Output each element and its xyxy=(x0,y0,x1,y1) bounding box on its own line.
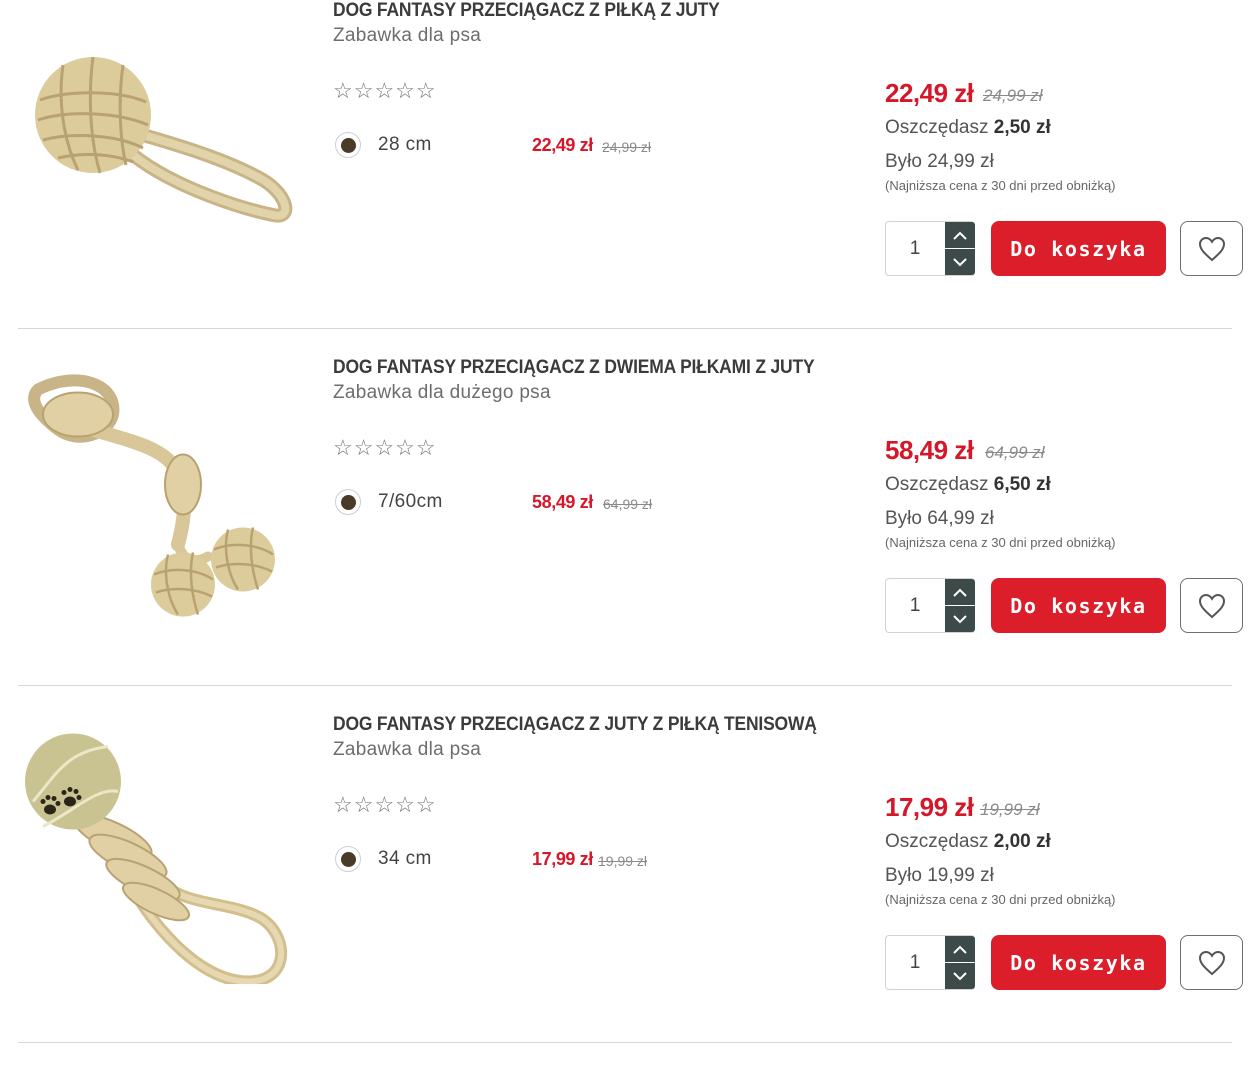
quantity-decrease-button[interactable] xyxy=(945,963,975,989)
lowest-price-note: (Najniższa cena z 30 dni przed obniżką) xyxy=(885,892,1116,907)
rating-stars: ☆☆☆☆☆ xyxy=(333,435,437,460)
lowest-price-note: (Najniższa cena z 30 dni przed obniżką) xyxy=(885,178,1116,193)
product-title[interactable]: DOG FANTASY PRZECIĄGACZ Z JUTY Z PIŁKĄ T… xyxy=(333,714,817,736)
quantity-increase-button[interactable] xyxy=(945,222,975,248)
product-price: 17,99 zł xyxy=(885,792,974,822)
variant-price: 58,49 zł xyxy=(532,492,593,512)
variant-old-price: 64,99 zł xyxy=(603,496,653,512)
variant-price: 17,99 zł xyxy=(532,849,593,869)
divider xyxy=(18,328,1232,329)
variant-label: 28 cm xyxy=(378,134,432,155)
saving-label: Oszczędasz xyxy=(885,474,989,495)
saving-label: Oszczędasz xyxy=(885,117,989,138)
heart-icon xyxy=(1198,593,1225,618)
quantity-input[interactable] xyxy=(886,936,944,989)
product-card: DOG FANTASY PRZECIĄGACZ Z JUTY Z PIŁKĄ T… xyxy=(0,714,1250,1071)
variant-radio[interactable] xyxy=(335,846,361,872)
product-card: DOG FANTASY PRZECIĄGACZ Z DWIEMA PIŁKAMI… xyxy=(0,357,1250,714)
add-to-cart-button[interactable]: Do koszyka xyxy=(991,578,1166,633)
rating-stars: ☆☆☆☆☆ xyxy=(333,792,437,817)
rope-tennis-ball-toy-image[interactable] xyxy=(18,719,293,984)
chevron-down-icon xyxy=(953,257,967,266)
variant-radio[interactable] xyxy=(335,132,361,158)
quantity-decrease-button[interactable] xyxy=(945,249,975,275)
product-old-price: 24,99 zł xyxy=(983,86,1043,105)
product-title[interactable]: DOG FANTASY PRZECIĄGACZ Z DWIEMA PIŁKAMI… xyxy=(333,357,815,379)
heart-icon xyxy=(1198,236,1225,261)
chevron-up-icon xyxy=(953,945,967,954)
variant-radio[interactable] xyxy=(335,489,361,515)
heart-icon xyxy=(1198,950,1225,975)
lowest-price-note: (Najniższa cena z 30 dni przed obniżką) xyxy=(885,535,1116,550)
wishlist-button[interactable] xyxy=(1180,935,1243,990)
saving-text: Oszczędasz 2,00 zł xyxy=(885,831,1051,853)
saving-value: 2,00 zł xyxy=(993,831,1051,852)
quantity-stepper xyxy=(885,935,975,990)
rating-stars: ☆☆☆☆☆ xyxy=(333,78,437,103)
was-price: Było 19,99 zł xyxy=(885,865,994,886)
divider xyxy=(18,1042,1232,1043)
quantity-decrease-button[interactable] xyxy=(945,606,975,632)
quantity-input[interactable] xyxy=(886,222,944,275)
saving-value: 2,50 zł xyxy=(993,117,1051,138)
variant-label: 7/60cm xyxy=(378,491,443,512)
chevron-up-icon xyxy=(953,231,967,240)
product-subtitle: Zabawka dla psa xyxy=(333,25,482,46)
divider xyxy=(18,685,1232,686)
variant-price: 22,49 zł xyxy=(532,135,593,155)
quantity-stepper xyxy=(885,578,975,633)
quantity-input[interactable] xyxy=(886,579,944,632)
quantity-increase-button[interactable] xyxy=(945,579,975,605)
variant-old-price: 19,99 zł xyxy=(598,853,648,869)
add-to-cart-button[interactable]: Do koszyka xyxy=(991,935,1166,990)
product-title[interactable]: DOG FANTASY PRZECIĄGACZ Z PIŁKĄ Z JUTY xyxy=(333,0,720,22)
variant-label: 34 cm xyxy=(378,848,432,869)
saving-value: 6,50 zł xyxy=(993,474,1051,495)
saving-label: Oszczędasz xyxy=(885,831,989,852)
rope-ball-loop-toy-image[interactable] xyxy=(18,40,293,280)
product-card: DOG FANTASY PRZECIĄGACZ Z PIŁKĄ Z JUTY Z… xyxy=(0,0,1250,357)
product-subtitle: Zabawka dla psa xyxy=(333,739,482,760)
product-subtitle: Zabawka dla dużego psa xyxy=(333,382,551,403)
chevron-up-icon xyxy=(953,588,967,597)
saving-text: Oszczędasz 6,50 zł xyxy=(885,474,1051,496)
add-to-cart-button[interactable]: Do koszyka xyxy=(991,221,1166,276)
chevron-down-icon xyxy=(953,614,967,623)
chevron-down-icon xyxy=(953,971,967,980)
was-price: Było 64,99 zł xyxy=(885,508,994,529)
rope-two-balls-toy-image[interactable] xyxy=(18,362,293,627)
wishlist-button[interactable] xyxy=(1180,578,1243,633)
variant-old-price: 24,99 zł xyxy=(602,139,652,155)
wishlist-button[interactable] xyxy=(1180,221,1243,276)
was-price: Było 24,99 zł xyxy=(885,151,994,172)
saving-text: Oszczędasz 2,50 zł xyxy=(885,117,1051,139)
product-price: 22,49 zł xyxy=(885,78,974,108)
product-old-price: 19,99 zł xyxy=(980,800,1040,819)
product-price: 58,49 zł xyxy=(885,435,974,465)
quantity-increase-button[interactable] xyxy=(945,936,975,962)
quantity-stepper xyxy=(885,221,975,276)
product-old-price: 64,99 zł xyxy=(985,443,1045,462)
